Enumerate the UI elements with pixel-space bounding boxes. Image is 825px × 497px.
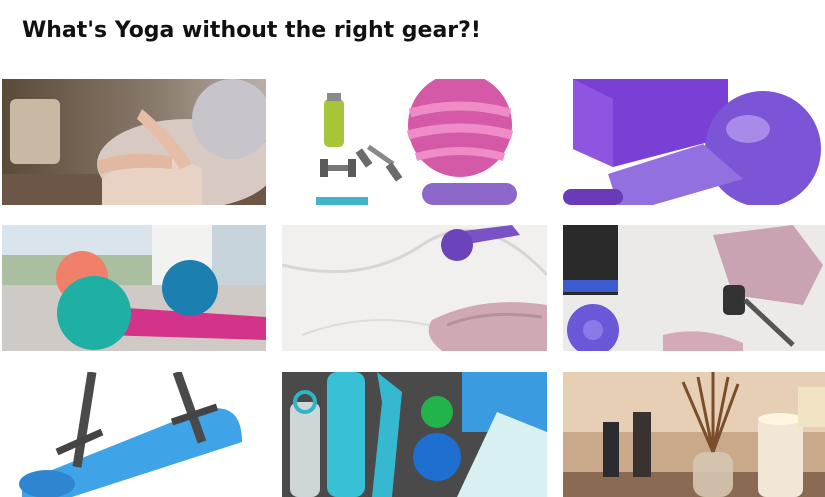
gallery-image-meditation[interactable] [2, 79, 266, 205]
gallery-image-marble-shoe[interactable] [282, 225, 547, 351]
gallery-image-purple-gear[interactable] [563, 79, 825, 205]
section-title: What's Yoga without the right gear?! [22, 18, 481, 43]
gallery-image-fitness-illustration[interactable] [282, 79, 547, 205]
gallery-image-flatlay[interactable] [563, 225, 825, 351]
gallery-image-candles[interactable] [563, 372, 825, 497]
gallery-image-teal-accessories[interactable] [282, 372, 547, 497]
gallery-image-exercise-balls[interactable] [2, 225, 266, 351]
gallery-section: What's Yoga without the right gear?! [0, 0, 825, 497]
gallery-image-blue-mat[interactable] [2, 372, 266, 497]
image-grid [0, 79, 825, 497]
